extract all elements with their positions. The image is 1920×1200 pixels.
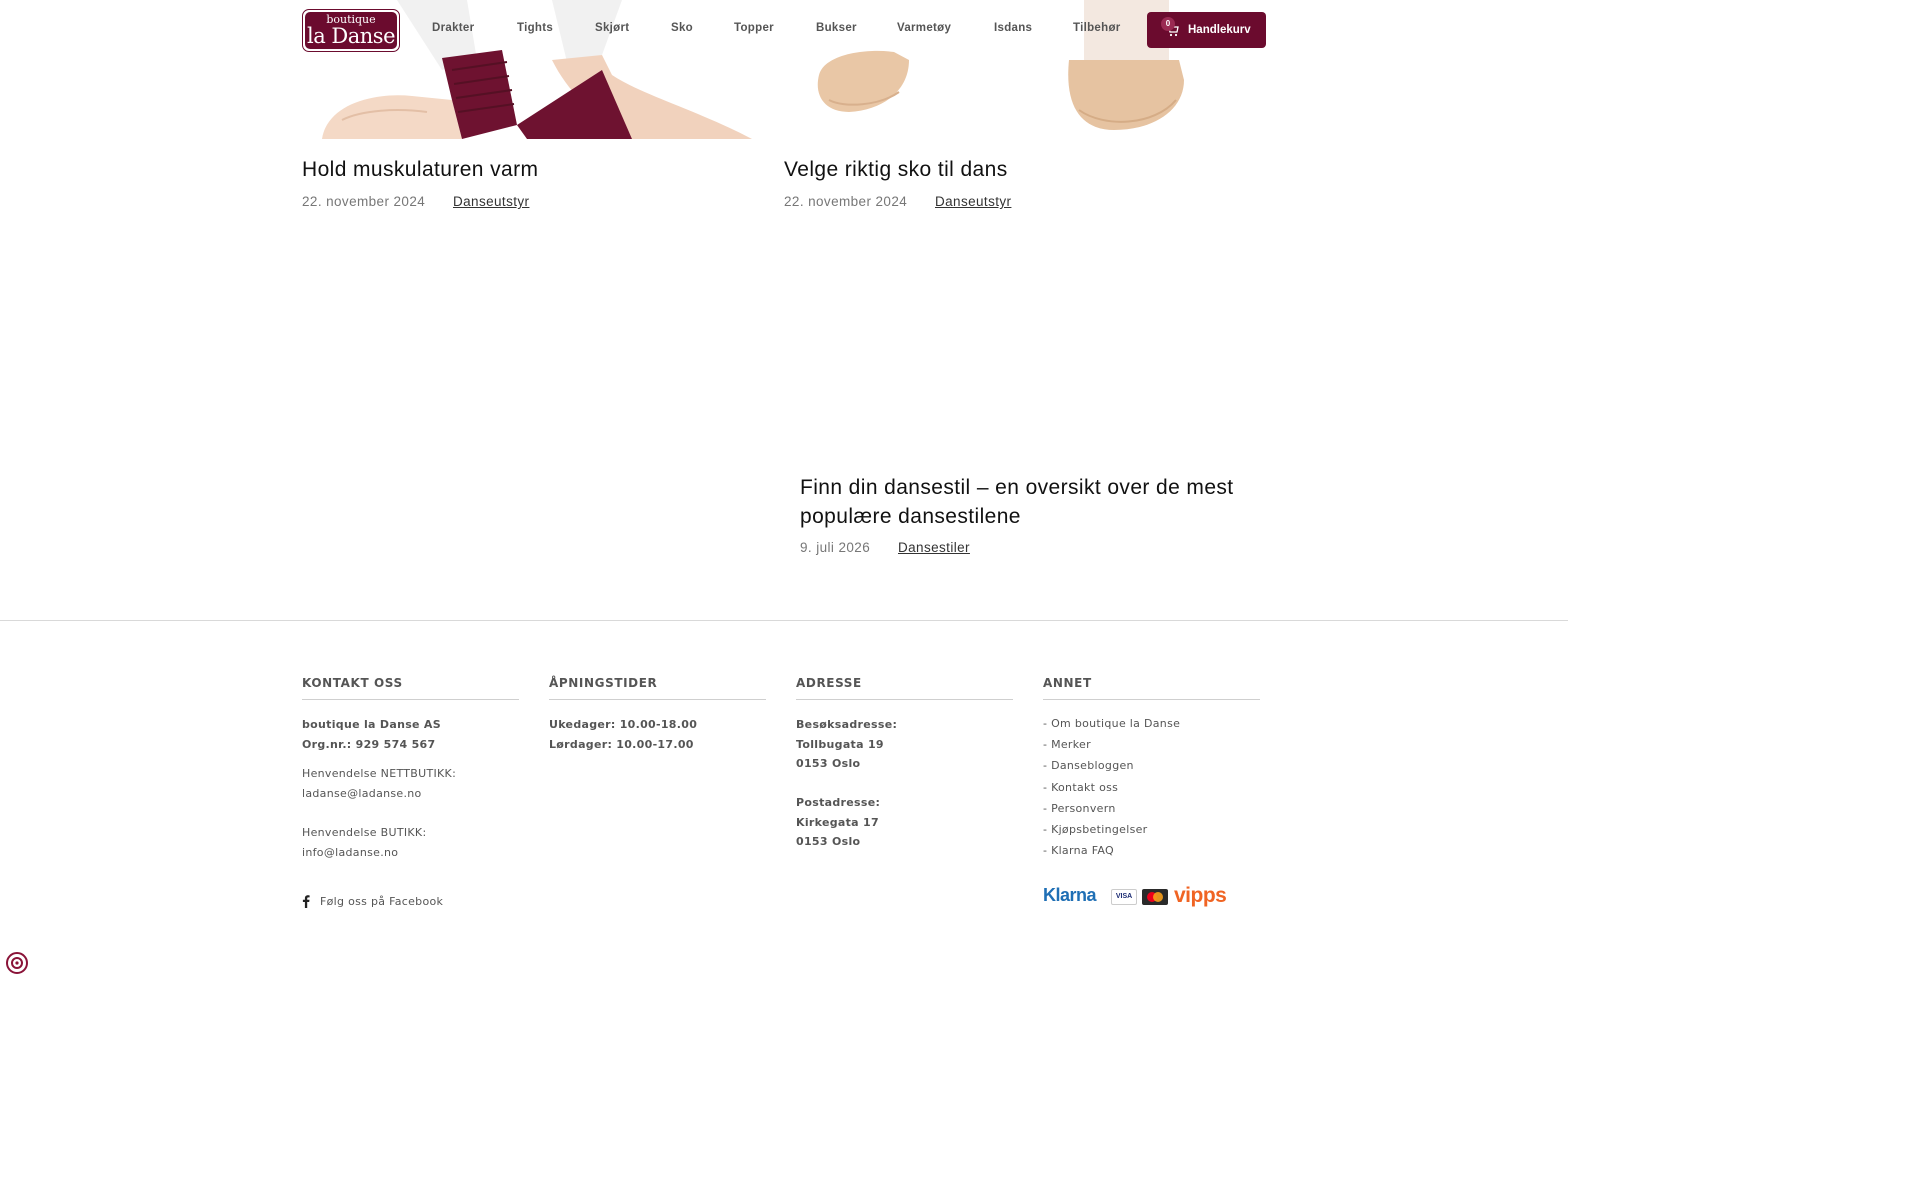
- footer-link-terms[interactable]: - Kjøpsbetingelser: [1043, 819, 1260, 840]
- nav-item-tights[interactable]: Tights: [517, 22, 553, 34]
- post-title-line: populære dansestilene: [800, 505, 1021, 528]
- footer-link-about[interactable]: - Om boutique la Danse: [1043, 713, 1260, 734]
- nav-item-tilbehor[interactable]: Tilbehør: [1073, 22, 1121, 34]
- post-title-warm-muscles[interactable]: Hold muskulaturen varm: [302, 155, 538, 184]
- org-number: Org.nr.: 929 574 567: [302, 737, 436, 751]
- post-meta: 9. juli 2026 Dansestiler: [800, 540, 1260, 555]
- visit-address-label: Besøksadresse:: [796, 718, 898, 731]
- post-address-street: Kirkegata 17: [796, 815, 879, 829]
- post-date: 22. november 2024: [784, 194, 908, 209]
- footer-other: ANNET - Om boutique la Danse - Merker - …: [1043, 676, 1260, 861]
- post-title-dance-styles[interactable]: Finn din dansestil – en oversikt over de…: [800, 473, 1270, 531]
- post-title-dance-shoes[interactable]: Velge riktig sko til dans: [784, 155, 1008, 184]
- shop-contact-label: Henvendelse BUTIKK:: [302, 826, 427, 839]
- post-category-link[interactable]: Danseutstyr: [453, 194, 529, 209]
- footer-heading: ADRESSE: [796, 676, 1013, 700]
- nav-item-varmetoy[interactable]: Varmetøy: [897, 22, 951, 34]
- klarna-logo: Klarna: [1043, 885, 1097, 905]
- footer-link-contact[interactable]: - Kontakt oss: [1043, 777, 1260, 798]
- site-header: boutique la Danse Drakter Tights Skjørt …: [0, 0, 1568, 60]
- nav-item-bukser[interactable]: Bukser: [816, 22, 857, 34]
- post-category-link[interactable]: Danseutstyr: [935, 194, 1011, 209]
- cart-count-badge: 0: [1161, 17, 1175, 31]
- footer-hours: ÅPNINGSTIDER Ukedager: 10.00-18.00 Lørda…: [549, 676, 766, 754]
- footer-heading: ÅPNINGSTIDER: [549, 676, 766, 700]
- post-date: 9. juli 2026: [800, 540, 871, 555]
- vipps-logo: vipps: [1174, 884, 1227, 907]
- cart-button[interactable]: 0 Handlekurv: [1147, 12, 1266, 48]
- visa-logo: VISA: [1111, 889, 1137, 905]
- footer-contact: KONTAKT OSS boutique la Danse AS Org.nr.…: [302, 676, 519, 862]
- nav-item-skjort[interactable]: Skjørt: [595, 22, 629, 34]
- footer-heading: KONTAKT OSS: [302, 676, 519, 700]
- footer-divider: [0, 620, 1568, 621]
- footer-heading: ANNET: [1043, 676, 1260, 700]
- facebook-label: Følg oss på Facebook: [320, 895, 444, 908]
- footer-link-brands[interactable]: - Merker: [1043, 734, 1260, 755]
- hours-weekdays: Ukedager: 10.00-18.00: [549, 718, 698, 731]
- post-address-label: Postadresse:: [796, 796, 881, 809]
- visit-address-street: Tollbugata 19: [796, 737, 884, 751]
- nav-item-isdans[interactable]: Isdans: [994, 22, 1032, 34]
- logo-big-text: la Danse: [307, 24, 396, 48]
- post-address-city: 0153 Oslo: [796, 835, 861, 848]
- web-contact-label: Henvendelse NETTBUTIKK:: [302, 767, 457, 780]
- post-date: 22. november 2024: [302, 194, 426, 209]
- nav-item-topper[interactable]: Topper: [734, 22, 774, 34]
- footer-links: - Om boutique la Danse - Merker - Danseb…: [1043, 713, 1260, 861]
- post-meta: 22. november 2024 Danseutstyr: [784, 194, 1244, 209]
- footer-address: ADRESSE Besøksadresse: Tollbugata 19 015…: [796, 676, 1013, 852]
- nav-item-sko[interactable]: Sko: [671, 22, 693, 34]
- cookie-settings-icon[interactable]: [5, 951, 29, 975]
- company-name: boutique la Danse AS: [302, 718, 441, 731]
- footer-link-privacy[interactable]: - Personvern: [1043, 798, 1260, 819]
- hours-saturday: Lørdager: 10.00-17.00: [549, 737, 694, 751]
- post-title-line: Finn din dansestil – en oversikt over de…: [800, 476, 1234, 499]
- nav-item-drakter[interactable]: Drakter: [432, 22, 474, 34]
- site-logo[interactable]: boutique la Danse: [302, 9, 400, 52]
- visit-address-city: 0153 Oslo: [796, 757, 861, 770]
- web-contact-email[interactable]: ladanse@ladanse.no: [302, 784, 519, 804]
- post-meta: 22. november 2024 Danseutstyr: [302, 194, 762, 209]
- mastercard-logo: [1142, 889, 1168, 905]
- footer-link-blog[interactable]: - Dansebloggen: [1043, 755, 1260, 776]
- cart-label: Handlekurv: [1188, 24, 1251, 36]
- post-category-link[interactable]: Dansestiler: [898, 540, 970, 555]
- shop-contact-email[interactable]: info@ladanse.no: [302, 843, 519, 863]
- footer-link-klarna-faq[interactable]: - Klarna FAQ: [1043, 840, 1260, 861]
- facebook-icon: [302, 895, 310, 908]
